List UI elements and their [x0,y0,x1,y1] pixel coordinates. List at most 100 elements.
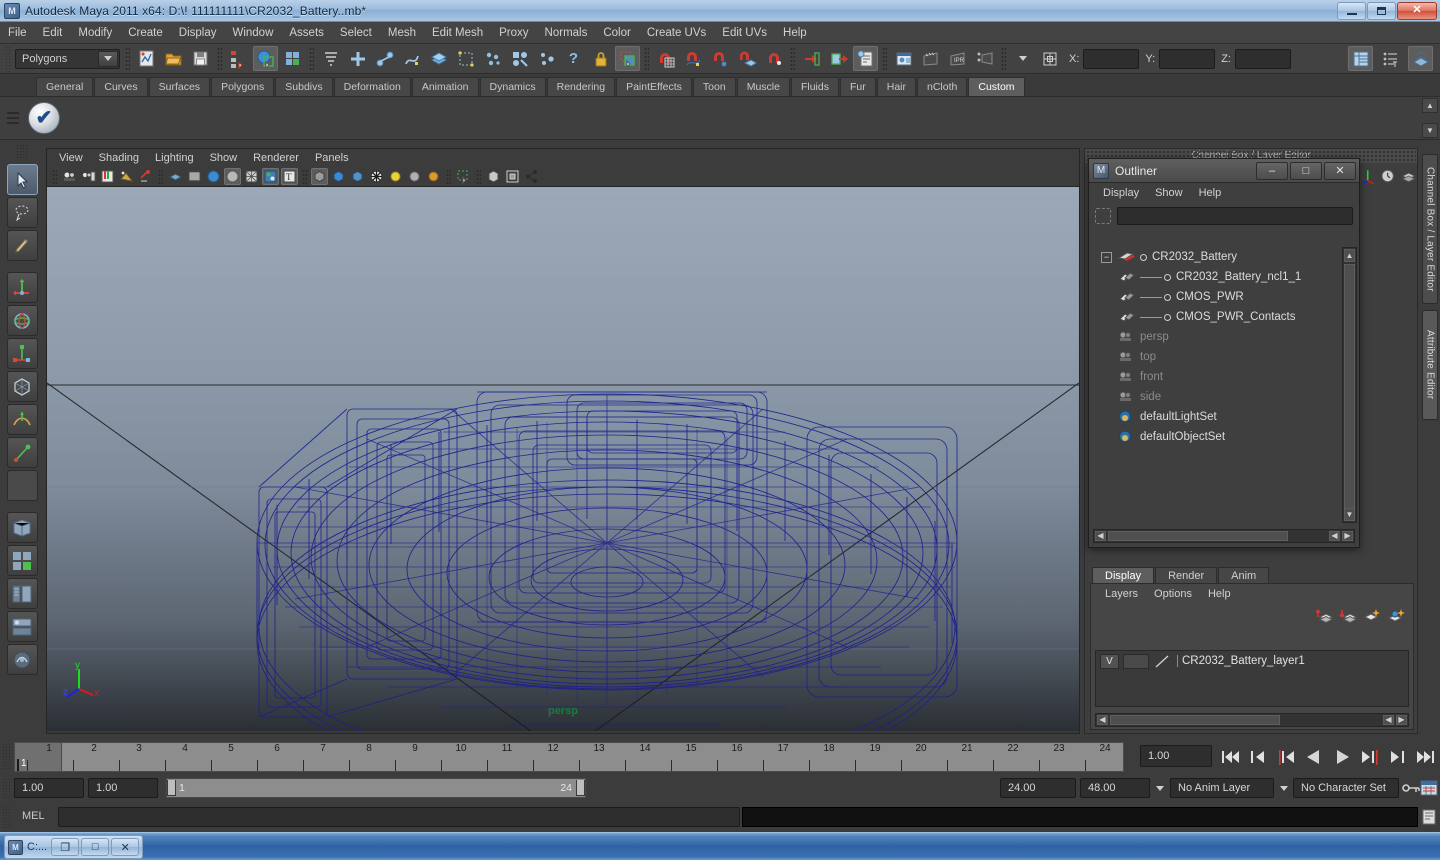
range-slider-grip[interactable] [2,778,12,798]
layer-menu-layers[interactable]: Layers [1097,584,1146,604]
wireframe-shading-icon[interactable] [167,168,184,185]
menu-set-selector[interactable]: Polygons [15,48,120,69]
close-button[interactable]: ✕ [1397,1,1437,20]
layer-scroll-right-button[interactable]: ▶ [1396,715,1407,725]
help-line-button[interactable]: ? [561,46,586,71]
scroll-right-button[interactable]: ▶ [1342,531,1353,541]
scroll-down-button[interactable]: ▼ [1344,508,1355,521]
viewport-toolbar-grip-2[interactable] [158,168,163,185]
isolate-select-icon[interactable] [455,168,472,185]
taskbar-restore-button[interactable]: ❐ [51,838,80,856]
vertical-tab-channel-box[interactable]: Channel Box / Layer Editor [1422,154,1438,304]
new-layer-from-selected-icon[interactable] [1387,607,1405,623]
animation-preferences-icon[interactable] [1420,779,1438,800]
layer-down-icon[interactable] [1339,607,1358,624]
snap-to-grid-button[interactable] [653,46,678,71]
new-scene-button[interactable] [134,46,159,71]
last-tool-used-button[interactable] [6,470,38,501]
layer-scroll-right-inner-button[interactable]: ◀ [1383,715,1394,725]
time-slider-grip[interactable] [2,743,12,771]
image-plane-icon[interactable] [118,168,135,185]
menu-item-display[interactable]: Display [171,22,225,44]
layer-type-icon[interactable] [1153,654,1173,669]
mask-misc-button[interactable] [534,46,559,71]
time-slider-track[interactable]: 1 1 2 3 4 5 6 7 8 9 10 11 12 13 14 15 16… [14,742,1124,772]
outliner-item-top[interactable]: top [1093,347,1339,367]
outliner-horizontal-scrollbar[interactable]: ◀ ◀ ▶ [1093,529,1355,543]
viewport-menu-lighting[interactable]: Lighting [147,149,202,167]
outliner-hscroll-thumb[interactable] [1108,531,1288,541]
layer-menu-help[interactable]: Help [1200,584,1239,604]
select-camera-icon[interactable] [61,168,78,185]
step-back-keyframe-icon[interactable] [1246,745,1270,769]
lock-selection-button[interactable] [588,46,613,71]
show-manipulator-tool-button[interactable] [6,437,38,468]
outliner-minimize-button[interactable]: – [1256,161,1288,180]
xray-joints-icon[interactable] [349,168,366,185]
menu-item-window[interactable]: Window [224,22,281,44]
y-field[interactable] [1159,48,1216,69]
shelf-tab-painteffects[interactable]: PaintEffects [616,77,692,96]
menu-item-create[interactable]: Create [120,22,171,44]
checkmark-shelf-icon[interactable]: ✔ [28,102,60,134]
snap-to-point-button[interactable] [707,46,732,71]
bookmarks-icon[interactable] [99,168,116,185]
taskbar-item-maya[interactable]: M C:... ❐ □ ✕ [4,835,144,859]
paint-select-tool-button[interactable] [6,230,38,261]
menu-item-file[interactable]: File [0,22,35,44]
tab-display[interactable]: Display [1092,567,1155,584]
outliner-item-cr2032-battery[interactable]: − CR2032_Battery [1093,247,1339,267]
step-forward-frame-icon[interactable] [1358,745,1382,769]
z-field[interactable] [1234,48,1291,69]
shelf-tab-hair[interactable]: Hair [876,77,916,96]
default-material-icon[interactable] [330,168,347,185]
current-time-field[interactable]: 1.00 [1140,745,1212,767]
light-yellow-icon[interactable] [387,168,404,185]
taskbar-close-button[interactable]: ✕ [111,838,140,856]
layer-up-icon[interactable] [1315,607,1334,624]
select-by-component-type-button[interactable] [280,46,305,71]
outliner-item-persp[interactable]: persp [1093,327,1339,347]
anim-start-time-field[interactable]: 1.00 [14,778,84,798]
layer-editor-hscroll[interactable]: ◀ ◀ ▶ [1095,713,1409,727]
mask-curves-button[interactable] [399,46,424,71]
viewport-menu-show[interactable]: Show [202,149,246,167]
script-editor-icon[interactable] [1420,806,1438,828]
menu-item-select[interactable]: Select [332,22,380,44]
open-render-view-button[interactable] [799,46,824,71]
shelf-tab-deformation[interactable]: Deformation [333,77,411,96]
step-back-frame-icon[interactable] [1274,745,1298,769]
ipr-region-button[interactable]: IPR [945,46,970,71]
range-start-handle[interactable] [167,780,176,796]
shelf-tab-general[interactable]: General [36,77,94,96]
rotate-tool-button[interactable] [6,305,38,336]
layer-row[interactable]: V CR2032_Battery_layer1 [1096,651,1408,671]
wireframe-on-shaded-icon[interactable] [243,168,260,185]
outliner-item-cr2032-battery-ncl1-1[interactable]: CR2032_Battery_ncl1_1 [1093,267,1339,287]
viewport-toolbar-grip-4[interactable] [446,168,451,185]
menu-item-color[interactable]: Color [595,22,638,44]
mask-deformations-button[interactable] [453,46,478,71]
menu-item-proxy[interactable]: Proxy [491,22,536,44]
snap-to-curve-button[interactable] [680,46,705,71]
shelf-tab-dynamics[interactable]: Dynamics [479,77,546,96]
select-tool-button[interactable] [6,164,38,195]
outliner-item-default-object-set[interactable]: defaultObjectSet [1093,427,1339,447]
playback-end-time-field[interactable]: 24.00 [1000,778,1076,798]
soft-modification-tool-button[interactable] [6,404,38,435]
outliner-menu-help[interactable]: Help [1191,183,1230,203]
shelf-tab-custom[interactable]: Custom [968,77,1025,96]
anim-end-time-field[interactable]: 48.00 [1080,778,1150,798]
character-set-selector[interactable]: No Character Set [1293,778,1399,798]
move-tool-button[interactable] [6,272,38,303]
snap-to-plane-button[interactable] [734,46,759,71]
layer-visibility-toggle[interactable]: V [1100,653,1119,669]
viewport-menu-renderer[interactable]: Renderer [245,149,307,167]
select-by-object-type-button[interactable] [253,46,278,71]
minimize-button[interactable] [1337,1,1366,20]
outliner-item-front[interactable]: front [1093,367,1339,387]
go-to-start-icon[interactable] [1218,745,1242,769]
anim-layer-dropdown-arrow[interactable] [1152,778,1167,798]
x-field[interactable] [1083,48,1140,69]
3d-viewport[interactable]: y x z persp [47,187,1079,731]
